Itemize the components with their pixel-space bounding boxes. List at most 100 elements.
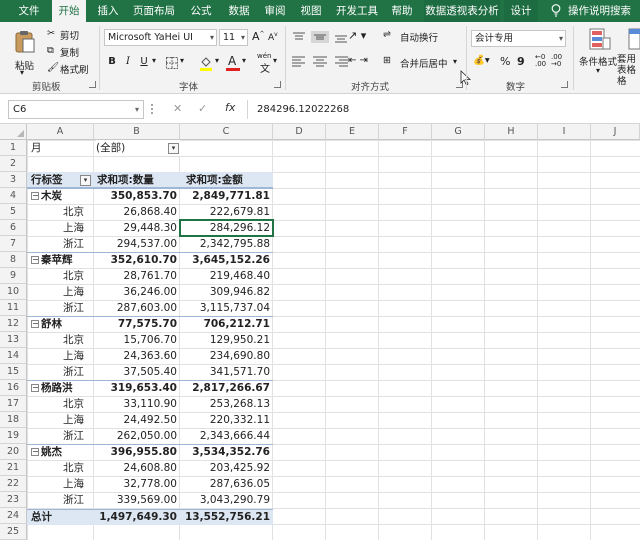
column-header-g[interactable]: G [432, 124, 485, 140]
collapse-icon[interactable]: − [31, 320, 39, 328]
formula-input[interactable]: 284296.12022268 [247, 100, 639, 119]
cut-button[interactable]: 剪切 [60, 28, 79, 42]
row-header[interactable]: 24 [0, 508, 27, 524]
merge-center-button[interactable]: 合并后居中 [400, 56, 448, 70]
row-header[interactable]: 21 [0, 460, 27, 476]
tab-design[interactable]: 设计 [504, 0, 538, 22]
tab-review[interactable]: 审阅 [258, 0, 292, 22]
cut-icon[interactable]: ✂ [47, 28, 55, 39]
cancel-icon[interactable]: ✕ [173, 102, 182, 115]
row-header[interactable]: 22 [0, 476, 27, 492]
wrap-text-icon[interactable]: ⇌ [383, 29, 391, 40]
column-header-i[interactable]: I [538, 124, 591, 140]
tell-me-search[interactable]: 操作说明搜索 [568, 0, 631, 22]
row-header[interactable]: 17 [0, 396, 27, 412]
column-header-j[interactable]: J [591, 124, 640, 140]
phonetic-guide-button[interactable]: wén [257, 52, 271, 60]
indent-icons[interactable]: ⇤ ⇥ [348, 55, 368, 66]
tab-page-layout[interactable]: 页面布局 [129, 0, 179, 22]
font-name-select[interactable]: Microsoft YaHei UI ▾ [104, 29, 217, 46]
conditional-format-icon[interactable] [589, 28, 611, 50]
tab-file[interactable]: 文件 [12, 0, 46, 22]
format-painter-icon[interactable]: 🖌 [47, 62, 59, 73]
row-header[interactable]: 13 [0, 332, 27, 348]
tab-developer[interactable]: 开发工具 [333, 0, 381, 22]
collapse-icon[interactable]: − [31, 384, 39, 392]
column-header-c[interactable]: C [180, 124, 273, 140]
more-options-icon[interactable] [150, 103, 154, 115]
accounting-format-icon[interactable]: 💰▾ [473, 55, 490, 66]
row-header[interactable]: 9 [0, 268, 27, 284]
merge-icon[interactable]: ⊞ [383, 55, 391, 66]
number-launcher-icon[interactable] [561, 81, 568, 88]
row-header[interactable]: 1 [0, 140, 27, 156]
paste-dropdown-icon[interactable]: ▾ [20, 68, 24, 77]
row-header[interactable]: 18 [0, 412, 27, 428]
row-header[interactable]: 20 [0, 444, 27, 460]
percent-button[interactable]: % [500, 55, 510, 68]
phonetic-icon[interactable]: 文 [260, 60, 270, 75]
row-header[interactable]: 8 [0, 252, 27, 268]
column-header-e[interactable]: E [326, 124, 379, 140]
underline-button[interactable]: U [136, 54, 152, 70]
chevron-down-icon[interactable]: ▾ [215, 56, 219, 65]
clipboard-launcher-icon[interactable] [89, 81, 96, 88]
tab-help[interactable]: 帮助 [385, 0, 419, 22]
tab-view[interactable]: 视图 [294, 0, 328, 22]
row-header[interactable]: 6 [0, 220, 27, 236]
collapse-icon[interactable]: − [31, 192, 39, 200]
row-header[interactable]: 16 [0, 380, 27, 396]
row-header[interactable]: 3 [0, 172, 27, 188]
enter-icon[interactable]: ✓ [198, 102, 207, 115]
collapse-icon[interactable]: − [31, 256, 39, 264]
column-header-b[interactable]: B [94, 124, 180, 140]
number-format-select[interactable]: 会计专用 ▾ [471, 30, 566, 47]
select-all-button[interactable] [0, 124, 27, 140]
row-header[interactable]: 11 [0, 300, 27, 316]
row-header[interactable]: 10 [0, 284, 27, 300]
tab-insert[interactable]: 插入 [91, 0, 125, 22]
row-header[interactable]: 25 [0, 524, 27, 540]
font-color-icon[interactable]: A [226, 54, 240, 71]
chevron-down-icon[interactable]: ▾ [242, 56, 246, 65]
collapse-icon[interactable]: − [31, 448, 39, 456]
row-header[interactable]: 4 [0, 188, 27, 204]
chevron-down-icon[interactable]: ▾ [152, 56, 156, 65]
orientation-icon[interactable]: ↗ ▾ [348, 29, 366, 42]
insert-function-button[interactable]: fx [225, 101, 235, 114]
row-header[interactable]: 23 [0, 492, 27, 508]
row-header[interactable]: 14 [0, 348, 27, 364]
column-header-h[interactable]: H [485, 124, 538, 140]
paste-button[interactable]: 粘贴 [15, 58, 34, 72]
row-label-filter-icon[interactable]: ▾ [80, 175, 91, 186]
borders-icon[interactable] [166, 57, 178, 69]
row-header[interactable]: 5 [0, 204, 27, 220]
fill-color-icon[interactable] [199, 55, 213, 71]
row-header[interactable]: 2 [0, 156, 27, 172]
row-header[interactable]: 15 [0, 364, 27, 380]
paste-icon[interactable] [14, 30, 36, 54]
font-size-select[interactable]: 11 ▾ [219, 29, 248, 46]
vertical-align-icons[interactable] [291, 31, 353, 43]
column-header-f[interactable]: F [379, 124, 432, 140]
chevron-down-icon[interactable]: ▾ [596, 66, 600, 75]
wrap-text-button[interactable]: 自动换行 [400, 30, 438, 44]
tab-data[interactable]: 数据 [222, 0, 256, 22]
decrease-decimal-icon[interactable]: .00 →0 [551, 54, 562, 68]
column-header-a[interactable]: A [27, 124, 94, 140]
copy-button[interactable]: 复制 [60, 45, 79, 59]
format-painter-button[interactable]: 格式刷 [60, 62, 89, 76]
italic-button[interactable]: I [120, 54, 136, 70]
copy-icon[interactable]: ⧉ [47, 45, 54, 56]
tab-pivot-analyze[interactable]: 数据透视表分析 [424, 0, 500, 22]
comma-style-button[interactable]: 9 [517, 55, 525, 68]
row-header[interactable]: 12 [0, 316, 27, 332]
bold-button[interactable]: B [104, 54, 120, 70]
horizontal-align-icons[interactable] [291, 55, 353, 67]
format-as-table-icon[interactable] [628, 28, 640, 50]
column-header-d[interactable]: D [273, 124, 326, 140]
chevron-down-icon[interactable]: ▾ [453, 57, 457, 66]
tab-formulas[interactable]: 公式 [184, 0, 218, 22]
chevron-down-icon[interactable]: ▾ [273, 56, 277, 65]
row-header[interactable]: 7 [0, 236, 27, 252]
